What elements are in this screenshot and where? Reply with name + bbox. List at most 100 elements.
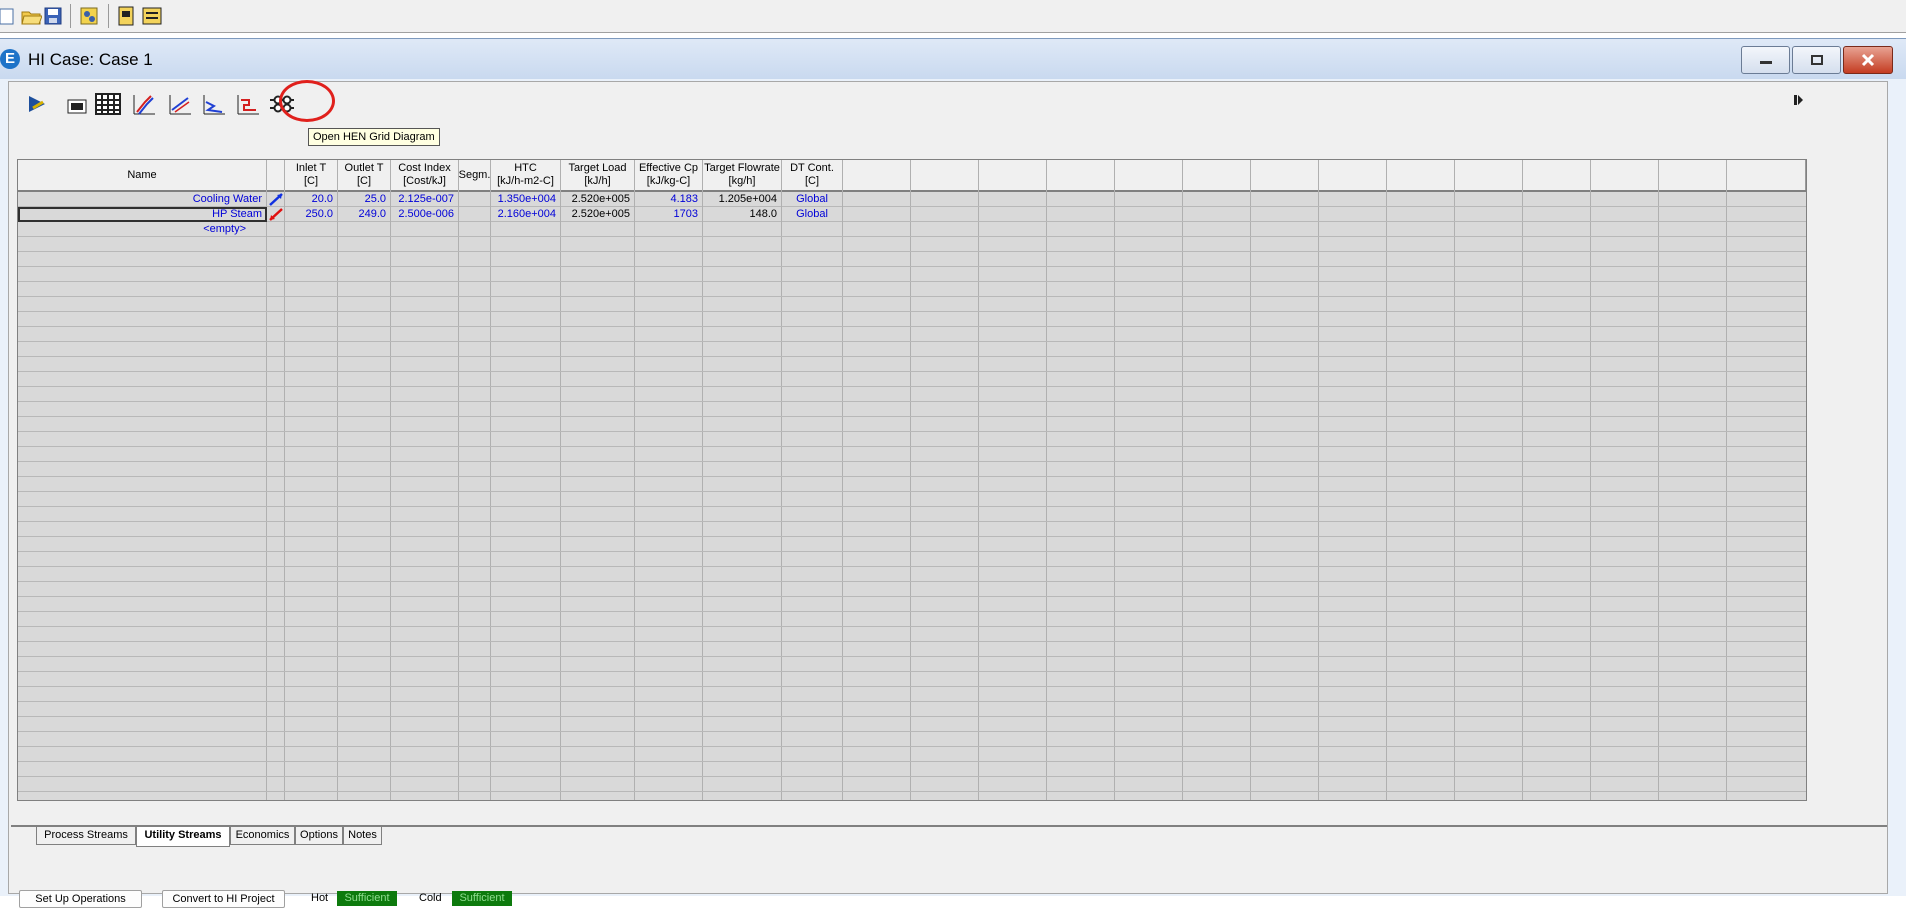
empty-table-row	[18, 357, 1806, 372]
utility-curve-icon[interactable]	[233, 90, 263, 118]
tab-process-streams[interactable]: Process Streams	[36, 827, 136, 845]
close-button[interactable]	[1843, 46, 1893, 74]
title-bar: E HI Case: Case 1	[0, 39, 1906, 79]
empty-table-row	[18, 327, 1806, 342]
empty-table-row	[18, 492, 1806, 507]
empty-table-row	[18, 687, 1806, 702]
outlet-t-cell[interactable]: 249.0	[338, 207, 391, 222]
target-flowrate-cell[interactable]: 1.205e+004	[703, 192, 782, 207]
empty-table-row	[18, 732, 1806, 747]
tab-options[interactable]: Options	[295, 827, 343, 845]
balanced-curve-icon[interactable]	[199, 90, 229, 118]
column-header-htc[interactable]: HTC [kJ/h-m2-C]	[491, 160, 561, 190]
column-header-dt-cont[interactable]: DT Cont. [C]	[782, 160, 843, 190]
segm-cell[interactable]	[459, 207, 491, 222]
column-header-blank	[911, 160, 979, 190]
cost-index-cell[interactable]: 2.500e-006	[391, 207, 459, 222]
case-toolbar	[9, 80, 1887, 122]
target-load-cell[interactable]: 2.520e+005	[561, 192, 635, 207]
hot-status-badge: Sufficient	[337, 891, 397, 906]
grand-composite-icon[interactable]	[165, 90, 195, 118]
target-flowrate-cell[interactable]: 148.0	[703, 207, 782, 222]
empty-table-row	[18, 462, 1806, 477]
empty-table-row	[18, 642, 1806, 657]
column-header-blank	[1183, 160, 1251, 190]
empty-row-cell[interactable]: <empty>	[18, 222, 267, 237]
column-header-inlet-t[interactable]: Inlet T [C]	[285, 160, 338, 190]
column-header-cost-index[interactable]: Cost Index [Cost/kJ]	[391, 160, 459, 190]
effective-cp-cell[interactable]: 1703	[635, 207, 703, 222]
empty-table-row	[18, 372, 1806, 387]
segm-cell[interactable]	[459, 192, 491, 207]
column-header-blank	[1455, 160, 1523, 190]
empty-table-row	[18, 612, 1806, 627]
expand-arrow-icon[interactable]	[1793, 94, 1803, 109]
tab-notes[interactable]: Notes	[343, 827, 382, 845]
htc-cell[interactable]: 2.160e+004	[491, 207, 561, 222]
convert-to-hi-project-button[interactable]: Convert to HI Project	[162, 890, 285, 908]
cost-index-cell[interactable]: 2.125e-007	[391, 192, 459, 207]
new-icon[interactable]	[0, 4, 20, 28]
table-row[interactable]: <empty>	[18, 222, 1806, 237]
column-header-blank	[1523, 160, 1591, 190]
empty-table-row	[18, 672, 1806, 687]
column-header-blank	[843, 160, 911, 190]
table-row[interactable]: HP Steam 250.0 249.0 2.500e-006 2.160e+0…	[18, 207, 1806, 222]
htc-cell[interactable]: 1.350e+004	[491, 192, 561, 207]
empty-table-row	[18, 537, 1806, 552]
empty-table-row	[18, 252, 1806, 267]
stream-name-cell[interactable]: HP Steam	[18, 207, 267, 222]
tab-utility-streams[interactable]: Utility Streams	[136, 827, 230, 847]
composite-curve-icon[interactable]	[129, 90, 159, 118]
window-title: HI Case: Case 1	[28, 50, 153, 69]
minimize-button[interactable]	[1741, 46, 1790, 74]
empty-table-row	[18, 342, 1806, 357]
column-header-segm[interactable]: Segm.	[459, 160, 491, 190]
inlet-t-cell[interactable]: 20.0	[285, 192, 338, 207]
column-header-blank	[1251, 160, 1319, 190]
empty-table-row	[18, 627, 1806, 642]
outlet-t-cell[interactable]: 25.0	[338, 192, 391, 207]
flowsheet-icon[interactable]	[23, 90, 53, 118]
save-icon[interactable]	[40, 4, 66, 28]
effective-cp-cell[interactable]: 4.183	[635, 192, 703, 207]
hi-case-window: E HI Case: Case 1 Name Inlet T [C] Outle…	[0, 38, 1906, 908]
inlet-t-cell[interactable]: 250.0	[285, 207, 338, 222]
column-header-target-flowrate[interactable]: Target Flowrate [kg/h]	[703, 160, 782, 190]
empty-table-row	[18, 552, 1806, 567]
set-up-operations-button[interactable]: Set Up Operations	[19, 890, 142, 908]
column-header-blank	[1387, 160, 1455, 190]
column-header-blank	[1115, 160, 1183, 190]
app-toolbar	[0, 0, 1906, 33]
dt-cont-cell[interactable]: Global	[782, 207, 843, 222]
hot-stream-arrow-icon	[267, 207, 285, 222]
empty-table-row	[18, 477, 1806, 492]
empty-table-row	[18, 237, 1806, 252]
tab-economics[interactable]: Economics	[230, 827, 295, 845]
empty-table-row	[18, 267, 1806, 282]
column-header-outlet-t[interactable]: Outlet T [C]	[338, 160, 391, 190]
column-header-effective-cp[interactable]: Effective Cp [kJ/kg-C]	[635, 160, 703, 190]
empty-table-row	[18, 447, 1806, 462]
target-load-cell[interactable]: 2.520e+005	[561, 207, 635, 222]
empty-table-row	[18, 717, 1806, 732]
column-header-blank	[1319, 160, 1387, 190]
targets-icon[interactable]	[63, 90, 93, 118]
maximize-button[interactable]	[1792, 46, 1841, 74]
column-header-blank	[1047, 160, 1115, 190]
dt-cont-cell[interactable]: Global	[782, 192, 843, 207]
column-header-type[interactable]	[267, 160, 285, 190]
simulation-icon[interactable]	[76, 4, 102, 28]
restore-icon	[1810, 55, 1823, 65]
empty-table-row	[18, 597, 1806, 612]
column-header-name[interactable]: Name	[18, 160, 267, 190]
column-header-target-load[interactable]: Target Load [kJ/h]	[561, 160, 635, 190]
window-app-icon: E	[0, 49, 20, 69]
report-icon[interactable]	[139, 4, 165, 28]
empty-table-row	[18, 297, 1806, 312]
empty-table-row	[18, 522, 1806, 537]
table-row[interactable]: Cooling Water 20.0 25.0 2.125e-007 1.350…	[18, 192, 1806, 207]
workbook-icon[interactable]	[113, 4, 139, 28]
stream-name-cell[interactable]: Cooling Water	[18, 192, 267, 207]
table-icon[interactable]	[93, 90, 123, 118]
